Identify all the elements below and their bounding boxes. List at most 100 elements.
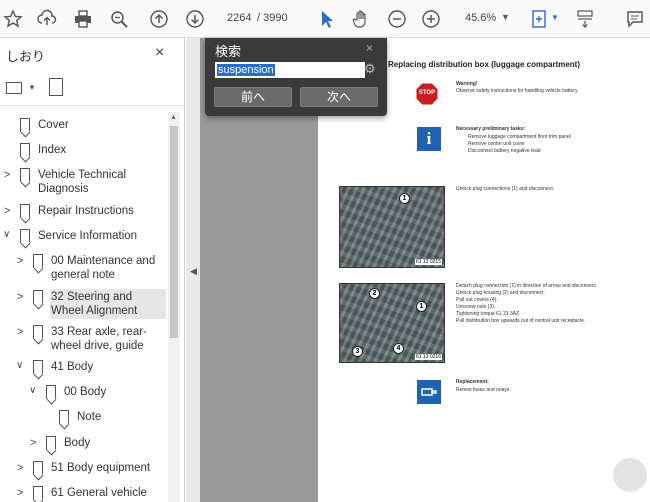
floating-action-button[interactable] xyxy=(613,458,647,492)
toolbar: 2264 / 3990 45.6% ▼ ▼ xyxy=(0,0,650,38)
fit-dropdown-icon[interactable]: ▼ xyxy=(551,13,559,22)
bookmark-icon xyxy=(46,385,56,399)
bookmark-label: Body xyxy=(64,437,91,449)
warning-title: Warning! xyxy=(456,81,478,87)
bookmark-label: Index xyxy=(38,144,67,156)
step-2-text: Pull out covers (4). xyxy=(456,297,498,303)
page-up-icon[interactable] xyxy=(148,8,170,30)
chevron-right-icon[interactable]: > xyxy=(4,168,10,182)
star-icon[interactable] xyxy=(2,8,24,30)
bookmark-toolbar: ▼ xyxy=(0,74,185,106)
chevron-right-icon[interactable]: > xyxy=(4,204,10,218)
bookmark-41-body[interactable]: ∨ 41 Body xyxy=(0,360,168,384)
bookmark-label: 00 Body xyxy=(64,386,107,398)
search-input-selection: suspension xyxy=(217,64,275,76)
bookmark-icon xyxy=(33,486,43,500)
bookmark-label: Service Information xyxy=(38,230,138,242)
bookmark-icon xyxy=(20,168,30,182)
find-bookmark-icon[interactable] xyxy=(49,78,63,96)
photo-distribution-box: 2 1 3 4 61 13 0216 xyxy=(339,283,445,363)
page-total: / 3990 xyxy=(257,12,288,24)
chevron-down-icon[interactable]: ∨ xyxy=(29,384,36,398)
bookmark-icon xyxy=(46,436,56,450)
zoom-dropdown-icon[interactable]: ▼ xyxy=(501,12,510,22)
zoom-search-icon[interactable] xyxy=(108,8,130,30)
chevron-right-icon[interactable]: > xyxy=(17,461,23,475)
bookmark-00-maintenance[interactable]: > 00 Maintenance and general note xyxy=(0,254,168,284)
chevron-down-icon[interactable]: ∨ xyxy=(3,228,10,242)
bookmark-label: 41 Body xyxy=(51,361,94,373)
bookmark-vehicle-diagnosis[interactable]: > Vehicle Technical Diagnosis xyxy=(0,168,168,198)
step-2-text: Pull distribution box upwards out of cen… xyxy=(456,318,586,324)
bookmark-icon xyxy=(20,204,30,218)
bookmark-icon xyxy=(59,410,69,424)
scroll-up-icon[interactable]: ▲ xyxy=(170,114,177,121)
bookmark-label: 33 Rear axle, rear-wheel drive, guide xyxy=(51,326,147,352)
prelim-item: Disconnect battery negative lead xyxy=(468,148,541,154)
bookmark-label: 51 Body equipment xyxy=(51,462,151,474)
find-next-button[interactable]: 次へ xyxy=(300,87,378,107)
doc-heading: Replacing distribution box (luggage comp… xyxy=(388,60,581,69)
find-previous-button[interactable]: 前へ xyxy=(214,87,292,107)
collapse-panel-icon[interactable]: ◀ xyxy=(190,266,197,277)
photo-id: 61 13 0215 xyxy=(414,259,442,265)
photo-id: 61 13 0216 xyxy=(414,354,442,360)
chevron-down-icon[interactable]: ∨ xyxy=(16,359,23,373)
stop-sign-label: STOP xyxy=(418,90,436,96)
bookmark-note[interactable]: Note xyxy=(0,410,168,434)
chevron-down-icon[interactable]: ▼ xyxy=(28,83,36,92)
cursor-icon[interactable] xyxy=(316,8,338,30)
bookmark-icon xyxy=(33,325,43,339)
chevron-right-icon[interactable]: > xyxy=(30,436,36,450)
chevron-right-icon[interactable]: > xyxy=(17,254,23,268)
gear-icon[interactable]: ⚙ xyxy=(364,61,376,77)
hand-icon[interactable] xyxy=(350,8,372,30)
bookmark-32-steering[interactable]: > 32 Steering and Wheel Alignment xyxy=(0,290,168,320)
bookmark-service-information[interactable]: ∨ Service Information xyxy=(0,229,168,253)
comment-icon[interactable] xyxy=(624,8,646,30)
close-find-button[interactable]: × xyxy=(366,41,373,55)
step-2-text: Detach plug connection (1) in direction … xyxy=(456,283,598,289)
print-icon[interactable] xyxy=(72,8,94,30)
bookmark-cover[interactable]: Cover xyxy=(0,118,168,142)
stop-sign-icon: STOP xyxy=(415,82,439,106)
upload-icon[interactable] xyxy=(36,8,58,30)
panel-title: しおり xyxy=(6,49,46,64)
replacement-icon xyxy=(417,380,441,404)
page-down-icon[interactable] xyxy=(184,8,206,30)
bookmark-repair-instructions[interactable]: > Repair Instructions xyxy=(0,204,168,228)
fit-page-icon[interactable] xyxy=(528,8,550,30)
bookmark-label: Repair Instructions xyxy=(38,205,134,217)
bookmark-body[interactable]: > Body xyxy=(0,436,168,460)
prelim-item: Remove centre unit cover xyxy=(468,141,525,147)
chevron-right-icon[interactable]: > xyxy=(17,486,23,500)
bookmark-icon xyxy=(33,360,43,374)
prelim-title: Necessary preliminary tasks: xyxy=(456,126,526,132)
scroll-mode-icon[interactable] xyxy=(574,8,596,30)
chevron-right-icon[interactable]: > xyxy=(17,325,23,339)
bookmark-label: Note xyxy=(77,411,102,423)
bookmark-icon xyxy=(20,118,30,132)
callout-3: 3 xyxy=(352,346,363,357)
zoom-level[interactable]: 45.6% xyxy=(465,12,496,24)
page-number-input[interactable]: 2264 xyxy=(227,12,251,24)
sidebar-scrollbar-thumb[interactable] xyxy=(170,126,178,338)
bookmark-label: Vehicle Technical Diagnosis xyxy=(38,169,127,195)
zoom-in-icon[interactable] xyxy=(420,8,442,30)
callout-1: 1 xyxy=(399,193,410,204)
bookmark-index[interactable]: Index xyxy=(0,143,168,167)
bookmark-33-rear-axle[interactable]: > 33 Rear axle, rear-wheel drive, guide xyxy=(0,325,168,355)
zoom-out-icon[interactable] xyxy=(386,8,408,30)
bookmark-51-body-equipment[interactable]: > 51 Body equipment xyxy=(0,461,168,485)
bookmark-61-general-vehicle[interactable]: > 61 General vehicle xyxy=(0,486,168,502)
step-2-text: Unlock plug housing (2) and disconnect. xyxy=(456,290,545,296)
bookmark-00-body[interactable]: ∨ 00 Body xyxy=(0,385,168,409)
options-icon[interactable] xyxy=(6,82,22,94)
replacement-title: Replacement: xyxy=(456,379,489,385)
close-panel-button[interactable]: × xyxy=(155,44,164,62)
bookmark-icon xyxy=(20,143,30,157)
step-2-text: Unscrew nuts (3). xyxy=(456,304,496,310)
chevron-right-icon[interactable]: > xyxy=(17,290,23,304)
replacement-text: Renew fuses and relays. xyxy=(456,387,511,393)
find-dialog-title: 検索 xyxy=(215,44,242,59)
